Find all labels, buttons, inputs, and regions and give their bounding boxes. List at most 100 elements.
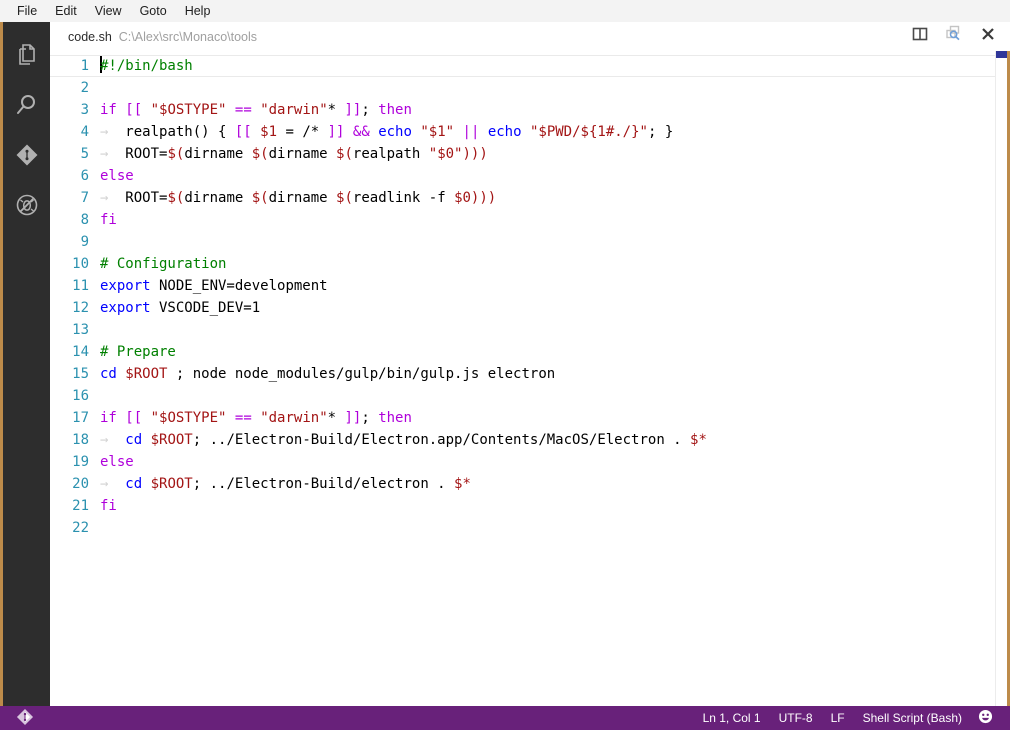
line-content: cd $ROOT ; node node_modules/gulp/bin/gu… — [100, 363, 995, 385]
code-token: ]] — [344, 410, 362, 426]
line-number: 22 — [72, 520, 89, 536]
code-line[interactable]: 11 export NODE_ENV=development — [50, 275, 995, 297]
code-token: ; — [361, 410, 379, 426]
code-line[interactable]: 2 — [50, 77, 995, 99]
menu-goto[interactable]: Goto — [131, 1, 176, 21]
status-source-control-button[interactable] — [8, 706, 42, 730]
code-token: ROOT= — [108, 146, 168, 162]
code-token: ))) — [470, 190, 497, 206]
code-line[interactable]: 15 cd $ROOT ; node node_modules/gulp/bin/… — [50, 363, 995, 385]
code-token: dirname — [268, 146, 337, 162]
code-line[interactable]: 14 # Prepare — [50, 341, 995, 363]
code-line[interactable]: 19 else — [50, 451, 995, 473]
status-feedback-button[interactable] — [971, 706, 1000, 730]
code-lines: 1 #!/bin/bash 2 3 if [[ "$OSTYPE" == "darwin… — [50, 55, 995, 539]
code-token: NODE_ENV=development — [150, 278, 328, 294]
line-number: 6 — [80, 168, 89, 184]
line-content: export VSCODE_DEV=1 — [100, 297, 995, 319]
code-line[interactable]: 6 else — [50, 165, 995, 187]
files-explorer-icon — [14, 42, 40, 68]
peek-references-button[interactable] — [942, 25, 966, 48]
file-name-label: code.sh — [68, 29, 112, 44]
code-token: "$0" — [428, 146, 463, 162]
line-content: → cd $ROOT; ../Electron-Build/Electron.a… — [100, 429, 995, 451]
status-bar-right: Ln 1, Col 1 UTF-8 LF Shell Script (Bash) — [694, 706, 1010, 730]
code-line[interactable]: 4 → realpath() { [[ $1 = /* ]] && echo "$… — [50, 121, 995, 143]
status-encoding[interactable]: UTF-8 — [770, 706, 822, 730]
code-token: == — [234, 102, 252, 118]
menu-edit[interactable]: Edit — [46, 1, 86, 21]
status-cursor-position[interactable]: Ln 1, Col 1 — [694, 706, 770, 730]
code-line[interactable]: 10 # Configuration — [50, 253, 995, 275]
code-token: [[ — [125, 102, 143, 118]
line-content — [100, 77, 995, 99]
line-content: if [[ "$OSTYPE" == "darwin"* ]]; then — [100, 407, 995, 429]
status-eol[interactable]: LF — [822, 706, 854, 730]
status-bar: Ln 1, Col 1 UTF-8 LF Shell Script (Bash) — [0, 706, 1010, 730]
code-line[interactable]: 20 → cd $ROOT; ../Electron-Build/electron… — [50, 473, 995, 495]
line-number: 11 — [72, 278, 89, 294]
code-token: realpath() { — [108, 124, 235, 140]
code-line[interactable]: 3 if [[ "$OSTYPE" == "darwin"* ]]; then — [50, 99, 995, 121]
activitybar-item-search[interactable] — [3, 80, 50, 130]
activitybar-item-debug[interactable] — [3, 180, 50, 230]
code-token: || — [462, 124, 480, 140]
code-line[interactable]: 9 — [50, 231, 995, 253]
code-line[interactable]: 17 if [[ "$OSTYPE" == "darwin"* ]]; then — [50, 407, 995, 429]
code-token: "$PWD/${1#./}" — [529, 124, 648, 140]
code-editor-surface[interactable]: 1 #!/bin/bash 2 3 if [[ "$OSTYPE" == "darwin… — [50, 51, 1010, 706]
line-content — [100, 231, 995, 253]
line-content: fi — [100, 209, 995, 231]
menu-file[interactable]: File — [8, 1, 46, 21]
code-line[interactable]: 21 fi — [50, 495, 995, 517]
menubar: File Edit View Goto Help — [0, 0, 1010, 22]
code-token: $( — [167, 190, 185, 206]
code-token: readlink -f — [352, 190, 455, 206]
code-token: export — [100, 278, 151, 294]
code-token: "$OSTYPE" — [150, 102, 227, 118]
code-line[interactable]: 5 → ROOT=$(dirname $(dirname $(realpath "… — [50, 143, 995, 165]
code-token: $ROOT — [150, 432, 193, 448]
line-content: else — [100, 451, 995, 473]
code-token: "$1" — [420, 124, 455, 140]
code-line[interactable]: 18 → cd $ROOT; ../Electron-Build/Electron… — [50, 429, 995, 451]
code-token: VSCODE_DEV=1 — [150, 300, 261, 316]
split-editor-button[interactable] — [908, 26, 932, 48]
close-editor-button[interactable] — [976, 26, 1000, 48]
code-token: $* — [454, 476, 471, 492]
code-token: dirname — [184, 190, 252, 206]
activitybar-item-explorer[interactable] — [3, 30, 50, 80]
activitybar-item-source-control[interactable] — [3, 130, 50, 180]
code-token: "$OSTYPE" — [150, 410, 227, 426]
code-line[interactable]: 12 export VSCODE_DEV=1 — [50, 297, 995, 319]
code-line[interactable]: 16 — [50, 385, 995, 407]
code-token: echo — [487, 124, 522, 140]
code-line[interactable]: 8 fi — [50, 209, 995, 231]
code-token: ]] — [344, 102, 362, 118]
code-token: cd — [125, 476, 143, 492]
code-token: dirname — [184, 146, 252, 162]
smiley-icon — [978, 709, 993, 727]
code-line[interactable]: 1 #!/bin/bash — [50, 55, 995, 77]
status-language-mode[interactable]: Shell Script (Bash) — [854, 706, 971, 730]
code-token: == — [234, 410, 252, 426]
code-line[interactable]: 22 — [50, 517, 995, 539]
code-token: # Configuration — [100, 256, 227, 272]
line-number: 19 — [72, 454, 89, 470]
menu-view[interactable]: View — [86, 1, 131, 21]
code-token: * — [327, 410, 345, 426]
menu-help[interactable]: Help — [176, 1, 220, 21]
code-line[interactable]: 7 → ROOT=$(dirname $(dirname $(readlink -… — [50, 187, 995, 209]
code-line[interactable]: 13 — [50, 319, 995, 341]
line-number: 17 — [72, 410, 89, 426]
editor-title-bar: code.sh C:\Alex\src\Monaco\tools — [50, 22, 1010, 51]
code-token: [[ — [234, 124, 252, 140]
line-content — [100, 319, 995, 341]
code-token: cd — [100, 366, 117, 382]
